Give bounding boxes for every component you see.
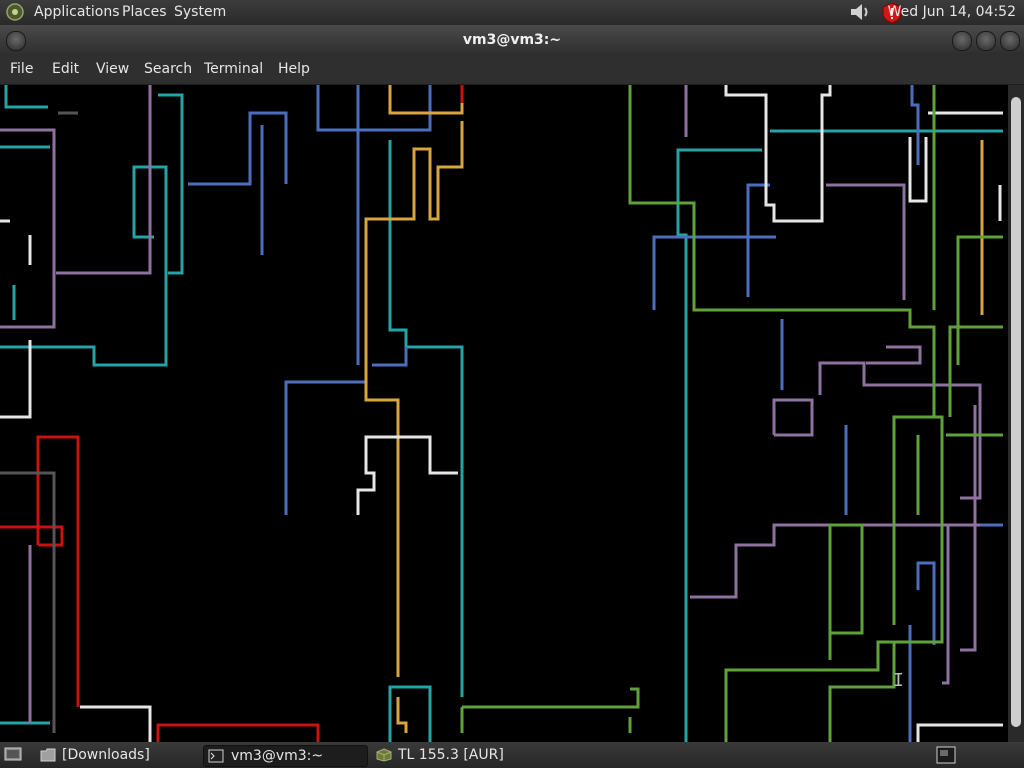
pipe-blue-7 bbox=[652, 235, 776, 310]
pipe-blue-3 bbox=[188, 111, 288, 186]
pipe-cyan-5 bbox=[388, 140, 464, 697]
pipe-red-3 bbox=[156, 723, 320, 742]
pipe-blue-12 bbox=[916, 561, 936, 645]
menu-view[interactable]: View bbox=[96, 61, 129, 77]
pipe-green-6 bbox=[828, 642, 896, 742]
pipe-yellow-4 bbox=[396, 697, 408, 733]
taskbar-item-tl[interactable]: TL 155.3 [AUR] bbox=[372, 745, 532, 765]
workspace-switcher-icon[interactable] bbox=[936, 746, 956, 764]
taskbar-item-label: [Downloads] bbox=[62, 747, 150, 763]
pipe-blue-2 bbox=[284, 380, 366, 515]
menu-places[interactable]: Places bbox=[122, 4, 167, 20]
text-cursor-icon: I bbox=[893, 670, 904, 691]
menu-file[interactable]: File bbox=[10, 61, 33, 77]
bottom-panel: [Downloads] vm3@vm3:~ TL 155.3 [AUR] bbox=[0, 742, 1024, 768]
taskbar-item-terminal[interactable]: vm3@vm3:~ bbox=[203, 745, 368, 767]
pipe-purple-4 bbox=[690, 523, 1003, 599]
pipes-screensaver-art bbox=[0, 85, 1003, 742]
terminal-icon bbox=[208, 749, 224, 763]
folder-icon bbox=[40, 748, 56, 762]
pipe-yellow-3 bbox=[364, 347, 400, 677]
menu-applications[interactable]: Applications bbox=[34, 4, 120, 20]
pipe-purple-7 bbox=[826, 183, 906, 300]
pipe-white-5 bbox=[916, 723, 1003, 742]
menu-edit[interactable]: Edit bbox=[52, 61, 79, 77]
volume-icon[interactable] bbox=[848, 2, 872, 22]
pipe-cyan-4 bbox=[158, 93, 184, 275]
pipe-purple-6 bbox=[772, 398, 814, 437]
show-desktop-icon[interactable] bbox=[4, 747, 22, 763]
window-title: vm3@vm3:~ bbox=[462, 32, 562, 48]
scrollbar-thumb[interactable] bbox=[1011, 97, 1021, 727]
menu-help[interactable]: Help bbox=[278, 61, 310, 77]
pipe-blue-1 bbox=[316, 85, 432, 132]
pipe-green-2 bbox=[462, 687, 640, 709]
pipe-white-2 bbox=[356, 435, 458, 515]
taskbar-item-downloads[interactable]: [Downloads] bbox=[36, 745, 196, 765]
pipe-white-4 bbox=[0, 340, 32, 419]
pipe-purple-11 bbox=[866, 345, 922, 365]
pipe-cyan-1 bbox=[4, 85, 48, 109]
pipe-white-3 bbox=[80, 705, 152, 742]
pipe-purple-1 bbox=[0, 128, 56, 329]
pipe-purple-10 bbox=[960, 405, 977, 652]
pipe-cyan-6 bbox=[388, 685, 432, 742]
pipe-yellow-2 bbox=[364, 121, 464, 357]
pipe-yellow-1 bbox=[388, 85, 464, 115]
pipe-white-1 bbox=[724, 85, 832, 223]
pipe-red-1 bbox=[36, 435, 80, 707]
terminal-menubar: File Edit View Search Terminal Help bbox=[0, 55, 1024, 85]
pipe-gray-1 bbox=[0, 471, 56, 733]
maximize-button[interactable] bbox=[976, 31, 996, 51]
menu-system[interactable]: System bbox=[174, 4, 226, 20]
applications-logo-icon[interactable] bbox=[4, 2, 26, 22]
menu-terminal[interactable]: Terminal bbox=[204, 61, 263, 77]
top-panel: Applications Places System Wed Jun 14, 0… bbox=[0, 0, 1024, 25]
taskbar-item-label: TL 155.3 [AUR] bbox=[398, 747, 504, 763]
terminal-screen[interactable]: I bbox=[0, 85, 1008, 742]
taskbar-item-label: vm3@vm3:~ bbox=[231, 748, 324, 764]
pipe-cyan-3 bbox=[0, 165, 168, 367]
minimize-button[interactable] bbox=[952, 31, 972, 51]
close-button[interactable] bbox=[1000, 31, 1020, 51]
pipe-purple-5 bbox=[818, 361, 982, 500]
pipe-green-5 bbox=[828, 523, 864, 660]
cube-icon bbox=[376, 748, 392, 762]
terminal-scrollbar[interactable] bbox=[1008, 85, 1024, 742]
clock[interactable]: Wed Jun 14, 04:52 bbox=[888, 4, 1016, 20]
pipe-blue-13 bbox=[910, 85, 920, 165]
pipe-blue-6 bbox=[372, 347, 408, 367]
menu-search[interactable]: Search bbox=[144, 61, 192, 77]
window-titlebar[interactable]: vm3@vm3:~ bbox=[0, 25, 1024, 55]
